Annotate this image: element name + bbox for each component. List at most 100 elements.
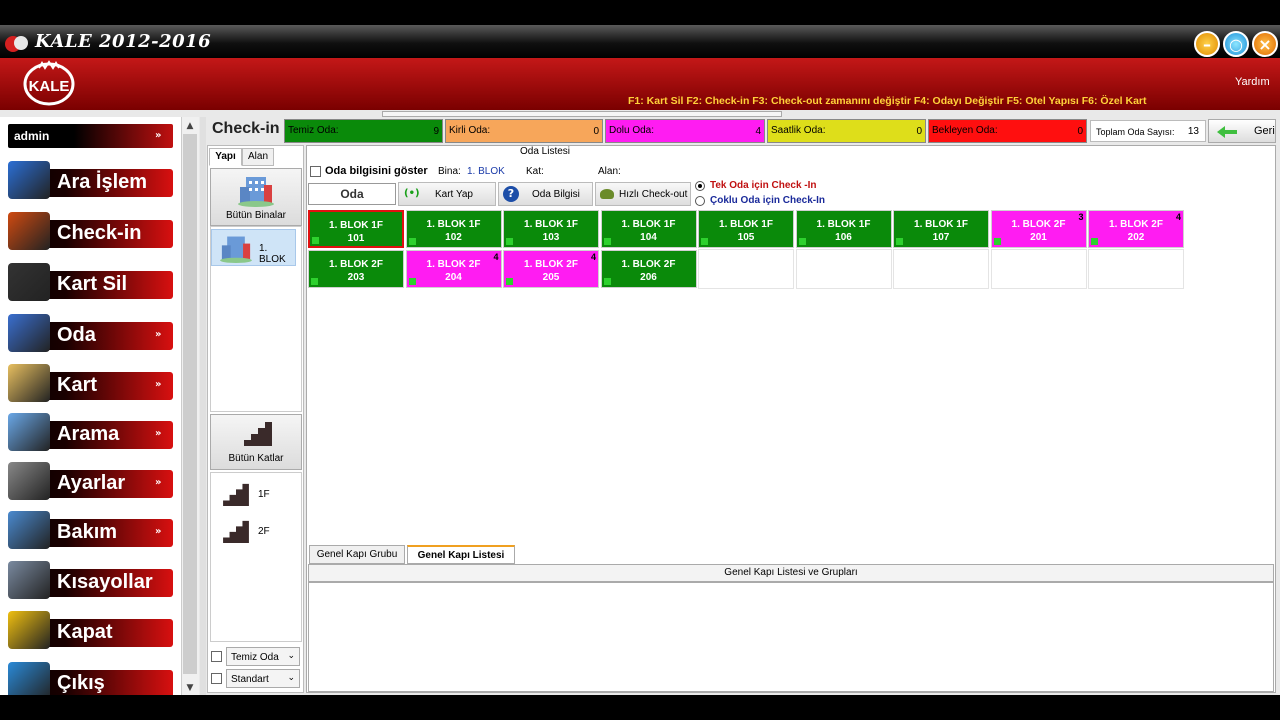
room-tile[interactable]: 1. BLOK 2F 205 4 [503, 250, 599, 288]
kat-label: Kat: [526, 166, 544, 177]
all-floors-button[interactable]: Bütün Katlar [210, 414, 302, 470]
stairs-icon [244, 422, 272, 446]
maintenance-icon [8, 511, 50, 549]
alan-label: Alan: [598, 166, 621, 177]
tab-alan[interactable]: Alan [242, 148, 274, 166]
status-indicator [993, 238, 1001, 245]
room-tile[interactable]: 1. BLOK 1F 104 [600, 210, 697, 248]
building-icon [220, 236, 252, 263]
status-counter: Kirli Oda: 0 [445, 119, 603, 143]
help-link[interactable]: Yardım [1235, 76, 1270, 88]
room-tile[interactable]: 1. BLOK 2F 201 3 [990, 210, 1087, 248]
sidebar-item-label: Kapat [57, 621, 113, 643]
sidebar-item-label: Kart [57, 374, 98, 396]
bina-label: Bina: [438, 166, 461, 177]
room-grid: 1. BLOK 1F 101 1. BLOK 1F 102 1. BLOK 1F 103 1… [308, 209, 1185, 291]
total-label: Toplam Oda Sayısı: [1096, 127, 1175, 137]
single-room-label: Tek Oda için Check -In [710, 180, 817, 191]
room-tile[interactable]: 1. BLOK 1F 107 [893, 210, 989, 248]
room-tile[interactable]: 1. BLOK 1F 103 [503, 210, 599, 248]
room-tile[interactable]: 1. BLOK 1F 102 [405, 210, 502, 248]
monitor-icon [8, 161, 50, 199]
sidebar-item-label: Ayarlar [57, 472, 126, 494]
room-number: 202 [1127, 232, 1145, 243]
room-block-floor: 1. BLOK 2F [1109, 219, 1163, 230]
floor-item-2f[interactable]: 2F [220, 517, 292, 545]
status-indicator [603, 278, 611, 285]
scroll-down-arrow-icon[interactable]: ▼ [181, 680, 199, 696]
tab-door-list[interactable]: Genel Kapı Listesi [407, 545, 515, 564]
empty-room-slot [1088, 249, 1184, 289]
status-value: 0 [1077, 126, 1083, 137]
multi-room-radio[interactable] [695, 196, 705, 206]
suitcase-icon [8, 212, 50, 250]
room-tile[interactable]: 1. BLOK 1F 101 [308, 210, 404, 248]
total-rooms-box: Toplam Oda Sayısı: 13 [1090, 120, 1206, 142]
checkout-icon [600, 189, 614, 199]
room-block-floor: 1. BLOK 2F [524, 259, 578, 270]
stairs-icon [223, 520, 249, 543]
room-tile[interactable]: 1. BLOK 2F 203 [308, 250, 404, 288]
room-search-input[interactable]: Oda [308, 183, 396, 205]
building-item-1-blok[interactable]: 1. BLOK [211, 229, 296, 266]
room-block-floor: 1. BLOK 1F [816, 219, 871, 230]
status-indicator [896, 238, 903, 245]
guest-count-badge: 4 [493, 252, 499, 262]
sidebar-item-label: Kart Sil [57, 273, 128, 295]
sidebar-item-label: Check-in [57, 222, 142, 244]
chevron-down-icon: ⌄ [287, 672, 295, 682]
room-list-title: Oda Listesi [519, 146, 571, 157]
sidebar-scroll-thumb[interactable] [183, 134, 197, 674]
room-number: 105 [737, 232, 755, 243]
status-value: 0 [593, 126, 599, 137]
shortcut-hints: F1: Kart Sil F2: Check-in F3: Check-out … [628, 95, 1147, 107]
quick-checkout-button[interactable]: Hızlı Check-out [595, 182, 691, 206]
collapse-grip[interactable] [382, 111, 782, 117]
room-info-button[interactable]: ? Oda Bilgisi [498, 182, 593, 206]
single-room-radio[interactable] [695, 181, 705, 191]
room-status-select[interactable]: Temiz Oda ⌄ [226, 647, 300, 666]
tab-yapi[interactable]: Yapı [209, 148, 242, 166]
tab-door-group[interactable]: Genel Kapı Grubu [309, 545, 405, 564]
status-indicator [311, 278, 318, 285]
room-tile[interactable]: 1. BLOK 2F 206 [600, 250, 697, 288]
all-buildings-button[interactable]: Bütün Binalar [210, 168, 302, 226]
all-floors-label: Bütün Katlar [228, 453, 284, 464]
sidebar-item-label: Arama [57, 423, 120, 445]
room-tile[interactable]: 1. BLOK 1F 105 [698, 210, 794, 248]
scroll-up-arrow-icon[interactable]: ▲ [181, 118, 199, 134]
room-tile[interactable]: 1. BLOK 2F 204 4 [405, 250, 502, 288]
filter-checkbox-2[interactable] [211, 673, 222, 684]
show-room-info-checkbox[interactable] [310, 166, 321, 177]
room-type-select[interactable]: Standart ⌄ [226, 669, 300, 688]
status-value: 0 [916, 126, 922, 137]
room-tile[interactable]: 1. BLOK 1F 106 [795, 210, 892, 248]
select-value: Standart [231, 674, 269, 685]
chevron-down-icon: » [155, 130, 162, 141]
power-icon [8, 611, 50, 649]
room-number: 106 [835, 232, 852, 243]
make-card-button[interactable]: (•) Kart Yap [398, 182, 496, 206]
total-value: 13 [1187, 126, 1199, 137]
status-label: Temiz Oda: [288, 125, 339, 136]
room-block-floor: 1. BLOK 1F [914, 219, 968, 230]
room-icon [8, 314, 50, 352]
close-button[interactable]: × [1252, 31, 1278, 57]
floor-item-1f[interactable]: 1F [220, 480, 292, 508]
status-counter: Dolu Oda: 4 [605, 119, 765, 143]
maximize-button[interactable]: ○ [1223, 31, 1249, 57]
sidebar-item-label: Çıkış [57, 672, 105, 694]
room-number: 203 [347, 272, 365, 283]
room-tile[interactable]: 1. BLOK 2F 202 4 [1088, 210, 1184, 248]
splitter[interactable] [200, 117, 206, 695]
status-indicator [1091, 238, 1098, 245]
status-indicator [506, 278, 513, 285]
status-label: Bekleyen Oda: [932, 125, 998, 136]
status-value: 9 [433, 126, 439, 137]
back-button[interactable]: Geri [1208, 119, 1276, 143]
filter-checkbox-1[interactable] [211, 651, 222, 662]
minimize-button[interactable]: – [1194, 31, 1220, 57]
room-block-floor: 1. BLOK 2F [1011, 219, 1066, 230]
status-indicator [312, 237, 319, 244]
sidebar-item-label: Ara İşlem [57, 171, 148, 193]
